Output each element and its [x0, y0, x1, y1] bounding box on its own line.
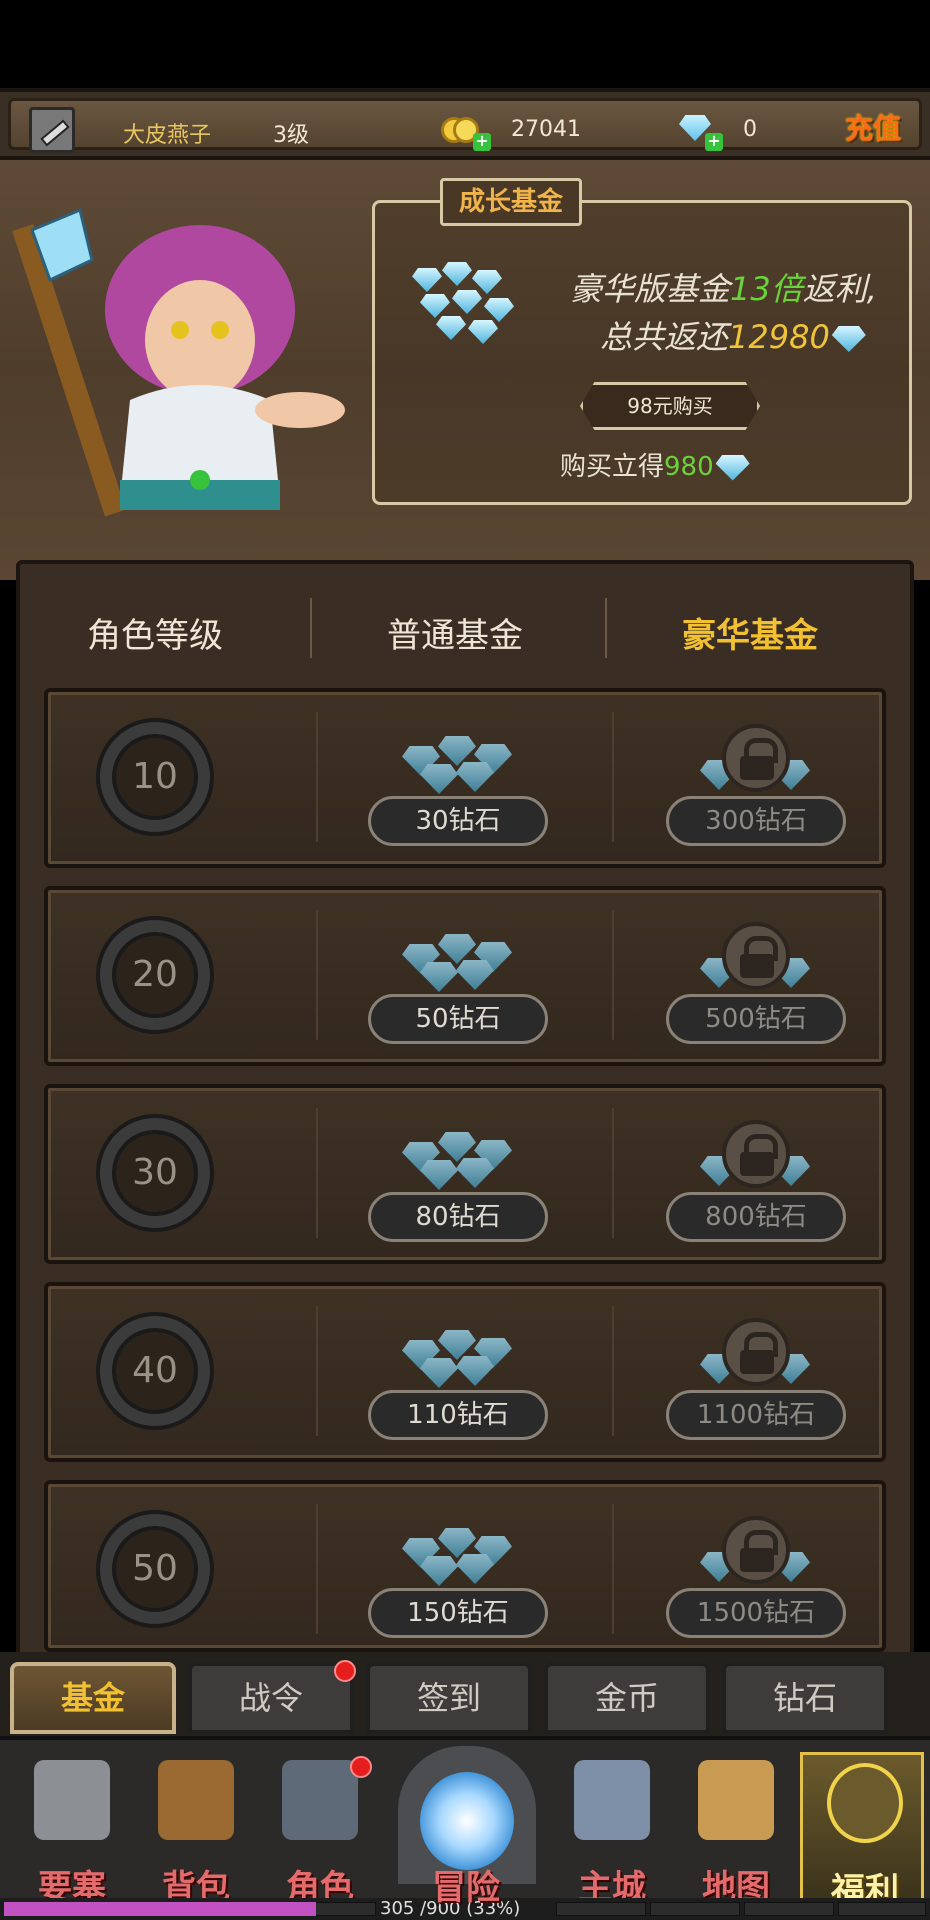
deluxe-reward-amount: 500钻石	[666, 994, 846, 1044]
normal-reward-amount: 110钻石	[368, 1390, 548, 1440]
header-normal-fund: 普通基金	[387, 616, 523, 656]
level-badge: 40	[100, 1316, 210, 1426]
deluxe-reward[interactable]: 1500钻石	[666, 1502, 846, 1652]
diamond-pile-icon	[398, 1522, 518, 1592]
nav-main-city[interactable]: 主城	[550, 1752, 674, 1908]
nav-label: 冒险	[432, 1868, 500, 1908]
deluxe-reward[interactable]: 500钻石	[666, 908, 846, 1058]
normal-reward-amount: 150钻石	[368, 1588, 548, 1638]
tab-sign-in[interactable]: 签到	[366, 1662, 532, 1734]
header-level: 角色等级	[87, 616, 223, 656]
nav-character[interactable]: 角色	[258, 1752, 382, 1908]
top-status-panel: 大皮燕子 3级 + 27041 + 0 充值	[8, 98, 922, 153]
gold-coin-icon[interactable]: +	[441, 113, 491, 151]
tab-diamond[interactable]: 钻石	[722, 1662, 888, 1734]
normal-reward[interactable]: 150钻石	[368, 1502, 548, 1652]
diamond-amount: 0	[743, 117, 757, 142]
welfare-tabs: 基金 战令 签到 金币 钻石	[0, 1652, 930, 1736]
fortress-icon	[34, 1760, 110, 1840]
deluxe-reward[interactable]: 800钻石	[666, 1106, 846, 1256]
gold-amount: 27041	[511, 117, 581, 142]
normal-reward-amount: 80钻石	[368, 1192, 548, 1242]
diamond-pile-icon	[398, 1324, 518, 1394]
nav-welfare[interactable]: 福利	[800, 1752, 924, 1911]
lock-icon	[722, 922, 790, 990]
gong-icon	[827, 1763, 903, 1843]
lock-icon	[722, 1120, 790, 1188]
level-badge: 20	[100, 920, 210, 1030]
tab-battle-pass[interactable]: 战令	[188, 1662, 354, 1734]
player-level: 3级	[273, 123, 309, 148]
fund-total-text: 总共返还12980	[600, 312, 866, 358]
diamond-pile-icon	[398, 1126, 518, 1196]
diamond-pile-icon	[406, 258, 524, 348]
growth-fund-title: 成长基金	[440, 178, 582, 226]
lock-icon	[722, 1318, 790, 1386]
diamond-icon[interactable]: +	[675, 111, 723, 151]
table-row: 20 50钻石 500钻石	[44, 886, 886, 1066]
hero-illustration	[12, 207, 345, 517]
deluxe-reward[interactable]: 1100钻石	[666, 1304, 846, 1454]
diamond-icon	[715, 454, 750, 481]
normal-reward[interactable]: 110钻石	[368, 1304, 548, 1454]
notification-dot	[350, 1756, 372, 1778]
deluxe-reward-amount: 1500钻石	[666, 1588, 846, 1638]
experience-fill	[4, 1902, 316, 1916]
deluxe-reward[interactable]: 300钻石	[666, 710, 846, 860]
header-deluxe-fund: 豪华基金	[682, 616, 818, 656]
backpack-icon	[158, 1760, 234, 1840]
nav-backpack[interactable]: 背包	[134, 1752, 258, 1908]
table-row: 50 150钻石 1500钻石	[44, 1480, 886, 1652]
tab-fund[interactable]: 基金	[10, 1662, 176, 1734]
level-badge: 30	[100, 1118, 210, 1228]
top-status-bar: 大皮燕子 3级 + 27041 + 0 充值	[0, 88, 930, 160]
normal-reward[interactable]: 50钻石	[368, 908, 548, 1058]
fund-rebate-text: 豪华版基金13倍返利,	[570, 270, 877, 308]
recharge-button[interactable]: 充值	[845, 107, 901, 147]
level-badge: 10	[100, 722, 210, 832]
lock-icon	[722, 724, 790, 792]
normal-reward[interactable]: 30钻石	[368, 710, 548, 860]
notification-dot	[334, 1660, 356, 1682]
player-name: 大皮燕子	[123, 123, 212, 148]
deluxe-reward-amount: 300钻石	[666, 796, 846, 846]
diamond-pile-icon	[398, 730, 518, 800]
level-badge: 50	[100, 1514, 210, 1624]
normal-reward-amount: 50钻石	[368, 994, 548, 1044]
normal-reward-amount: 30钻石	[368, 796, 548, 846]
diamond-icon	[831, 326, 866, 352]
helmet-icon	[282, 1760, 358, 1840]
table-row: 40 110钻石 1100钻石	[44, 1282, 886, 1462]
castle-icon	[574, 1760, 650, 1840]
buy-fund-button[interactable]: 98元购买	[580, 382, 760, 430]
table-row: 30 80钻石 800钻石	[44, 1084, 886, 1264]
table-row: 10 30钻石 300钻石	[44, 688, 886, 868]
instant-reward-text: 购买立得980	[560, 446, 750, 483]
deluxe-reward-amount: 800钻石	[666, 1192, 846, 1242]
tab-gold[interactable]: 金币	[544, 1662, 710, 1734]
table-header: 角色等级 普通基金 豪华基金	[20, 588, 890, 668]
nav-map[interactable]: 地图	[674, 1752, 798, 1908]
deluxe-reward-amount: 1100钻石	[666, 1390, 846, 1440]
nav-fortress[interactable]: 要塞	[10, 1752, 134, 1908]
lock-icon	[722, 1516, 790, 1584]
normal-reward[interactable]: 80钻石	[368, 1106, 548, 1256]
avatar[interactable]	[29, 107, 75, 153]
scroll-map-icon	[698, 1760, 774, 1840]
diamond-pile-icon	[398, 928, 518, 998]
